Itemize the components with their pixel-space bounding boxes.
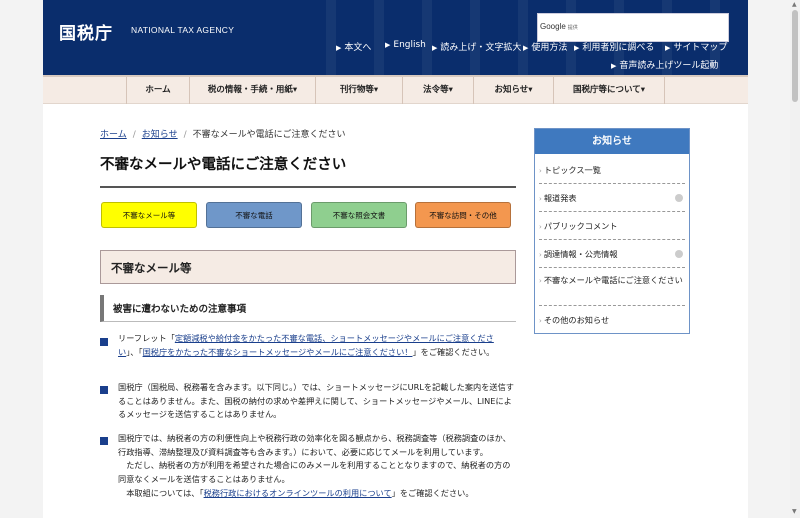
util-link-sitemap[interactable]: ▶ サイトマップ [665, 40, 727, 53]
nav-tax-info[interactable]: 税の情報・手続・用紙▾ [189, 77, 315, 104]
tab-suspicious-visits[interactable]: 不審な訪問・その他 [415, 202, 511, 228]
tab-suspicious-letters[interactable]: 不審な照会文書 [311, 202, 407, 228]
google-provided-label: 提供 [567, 25, 578, 31]
global-nav: ホーム 税の情報・手続・用紙▾ 刊行物等▾ 法令等▾ お知らせ▾ 国税庁等につい… [43, 75, 748, 104]
sidebar-item-press[interactable]: › 報道発表 [539, 184, 685, 212]
nav-notices[interactable]: お知らせ▾ [473, 77, 553, 104]
scroll-down-icon[interactable]: ▼ [792, 508, 797, 515]
dropdown-icon: ▾ [640, 85, 646, 95]
subsection-heading: 被害に遭わないための注意事項 [100, 295, 516, 322]
google-search-brand: Google 提供 [540, 22, 578, 31]
section-title: 不審なメール等 [111, 261, 192, 275]
dropdown-icon: ▾ [528, 85, 533, 95]
sidebar-notices: お知らせ › トピックス一覧 › 報道発表 › パブリックコメント › 調達情報・公売情… [534, 128, 690, 334]
google-label: Google [540, 22, 566, 31]
page: 国税庁 NATIONAL TAX AGENCY Google 提供 ▶ 本文へ ▶ E… [43, 0, 748, 518]
util-link-usage[interactable]: ▶ 使用方法 [523, 40, 567, 53]
util-link-read-aloud[interactable]: ▶ 読み上げ・文字拡大 [432, 40, 521, 53]
expand-icon [675, 249, 683, 258]
dropdown-icon: ▾ [292, 85, 298, 95]
sidebar-item-other[interactable]: › その他のお知らせ [539, 306, 685, 332]
arrow-right-icon: › [539, 317, 542, 325]
util-link-by-user[interactable]: ▶ 利用者別に調べる [574, 40, 654, 53]
site-logo-english: NATIONAL TAX AGENCY [131, 25, 235, 35]
title-divider [100, 186, 516, 188]
site-header: 国税庁 NATIONAL TAX AGENCY Google 提供 ▶ 本文へ ▶ E… [43, 0, 748, 75]
breadcrumb-separator: / [183, 130, 187, 140]
tab-suspicious-phone[interactable]: 不審な電話 [206, 202, 302, 228]
list-item: 国税庁では、納税者の方の利便性向上や税務行政の効率化を図る観点から、税務調査等（… [118, 433, 511, 498]
bullet-icon [100, 386, 108, 394]
page-title: 不審なメールや電話にご注意ください [100, 157, 347, 173]
nav-laws[interactable]: 法令等▾ [402, 77, 473, 104]
nav-about[interactable]: 国税庁等について▾ [553, 77, 665, 104]
leaflet-link-nta-impersonation[interactable]: 国税庁をかたった不審なショートメッセージやメールにご注意ください！ [143, 347, 413, 357]
bullet-icon [100, 338, 108, 346]
arrow-right-icon: › [539, 223, 542, 231]
sidebar-item-topics[interactable]: › トピックス一覧 [539, 156, 685, 184]
search-input[interactable]: Google 提供 [537, 13, 729, 42]
sidebar-title: お知らせ [535, 129, 689, 154]
arrow-right-icon: ▶ [611, 62, 617, 70]
scrollbar-thumb[interactable] [792, 10, 798, 102]
util-link-voice-tool[interactable]: ▶ 音声読み上げツール起動 [611, 58, 718, 71]
list-item: リーフレット「定額減税や給付金をかたった不審な電話、ショートメッセージやメールに… [118, 333, 495, 357]
sidebar-item-suspicious-mail[interactable]: › 不審なメールや電話にご注意ください [539, 268, 685, 306]
arrow-right-icon: › [539, 167, 542, 175]
bullet-icon [100, 437, 108, 445]
arrow-right-icon: ▶ [432, 44, 438, 52]
breadcrumb-current: 不審なメールや電話にご注意ください [192, 130, 346, 140]
dropdown-icon: ▾ [448, 85, 453, 95]
tab-suspicious-email[interactable]: 不審なメール等 [101, 202, 197, 228]
arrow-right-icon: › [539, 277, 542, 285]
online-tools-link[interactable]: 税務行政におけるオンラインツールの利用について [204, 488, 392, 498]
expand-icon [675, 193, 683, 202]
breadcrumb-notices-link[interactable]: お知らせ [142, 130, 178, 140]
arrow-right-icon: ▶ [523, 44, 529, 52]
arrow-right-icon: ▶ [385, 41, 391, 49]
nav-publications[interactable]: 刊行物等▾ [315, 77, 402, 104]
sidebar-item-public-comment[interactable]: › パブリックコメント [539, 212, 685, 240]
breadcrumb-separator: / [132, 130, 136, 140]
arrow-right-icon: ▶ [665, 44, 671, 52]
dropdown-icon: ▾ [373, 85, 379, 95]
nav-home[interactable]: ホーム [126, 77, 189, 104]
scroll-up-icon[interactable]: ▲ [792, 1, 797, 8]
sidebar-item-procurement[interactable]: › 調達情報・公売情報 [539, 240, 685, 268]
arrow-right-icon: ▶ [336, 44, 342, 52]
list-item: 国税庁（国税局、税務署を含みます。以下同じ。）では、ショートメッセージにURLを… [118, 382, 514, 420]
util-link-english[interactable]: ▶ English [385, 40, 426, 50]
arrow-right-icon: ▶ [574, 44, 580, 52]
arrow-right-icon: › [539, 195, 542, 203]
util-link-skip-to-content[interactable]: ▶ 本文へ [336, 40, 371, 53]
site-logo[interactable]: 国税庁 [59, 19, 113, 44]
subsection-title: 被害に遭わないための注意事項 [113, 304, 247, 315]
arrow-right-icon: › [539, 251, 542, 259]
breadcrumb: ホーム / お知らせ / 不審なメールや電話にご注意ください [100, 127, 345, 140]
section-heading: 不審なメール等 [100, 250, 516, 284]
breadcrumb-home-link[interactable]: ホーム [100, 130, 127, 140]
